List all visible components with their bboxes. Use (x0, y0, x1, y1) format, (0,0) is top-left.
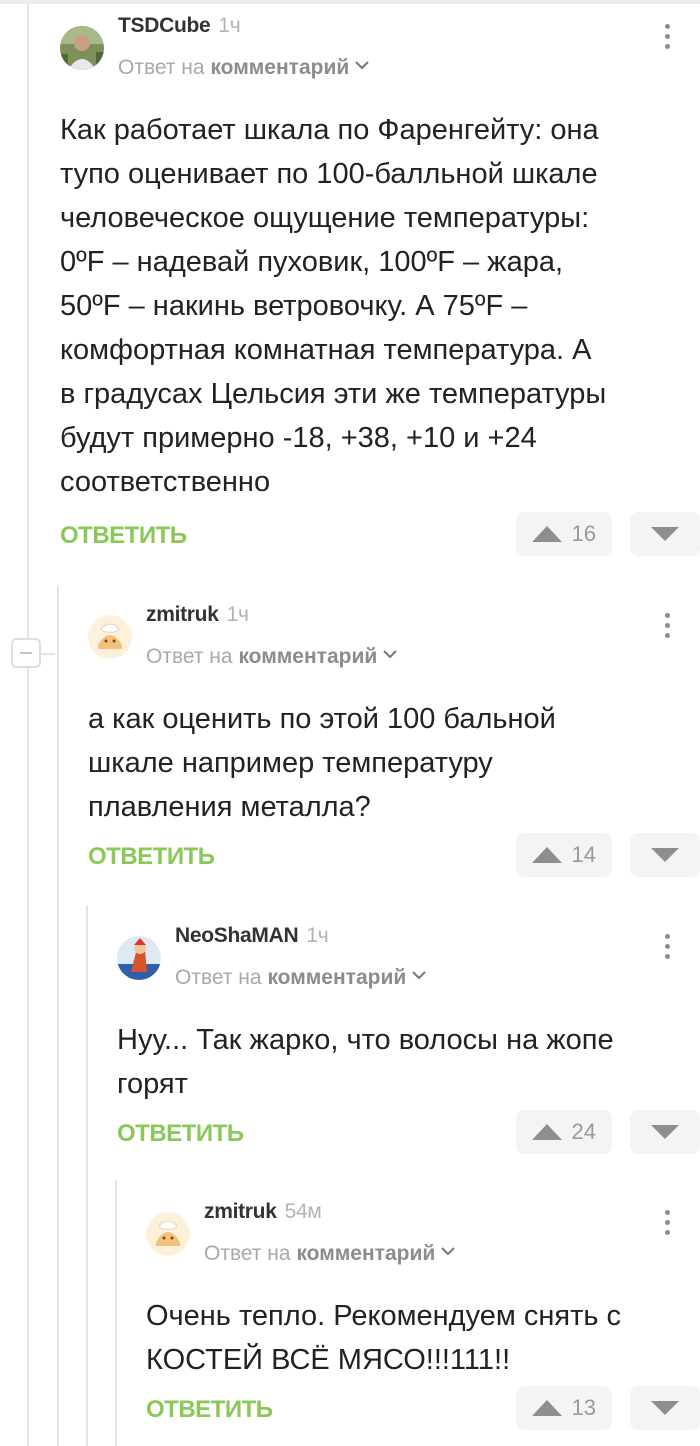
comment: zmitruk 1ч Ответ на комментарий а как оце… (88, 603, 700, 877)
comment-text: Нуу... Так жарко, что волосы на жопе гор… (117, 1024, 614, 1100)
rating-count: 24 (571, 1119, 596, 1144)
arrow-up-icon (532, 1124, 562, 1140)
arrow-up-icon (532, 847, 562, 863)
downvote-button[interactable] (630, 1386, 700, 1430)
downvote-button[interactable] (630, 512, 700, 556)
thread-line (27, 4, 29, 1446)
rating-count: 13 (571, 1395, 596, 1420)
arrow-down-icon (651, 527, 679, 541)
avatar[interactable] (117, 936, 161, 980)
reply-to-link[interactable]: Ответ на комментарий (118, 56, 369, 80)
author-name[interactable]: NeoShaMAN 1ч (175, 924, 329, 948)
reply-button[interactable]: ОТВЕТИТЬ (117, 1120, 244, 1148)
arrow-up-icon (532, 1400, 562, 1416)
arrow-down-icon (651, 848, 679, 862)
arrow-up-icon (532, 526, 562, 542)
reply-button[interactable]: ОТВЕТИТЬ (88, 843, 215, 871)
thread-line (86, 905, 88, 1446)
rating-count: 14 (571, 842, 596, 867)
reply-button[interactable]: ОТВЕТИТЬ (60, 522, 187, 550)
upvote-button[interactable]: 14 (516, 833, 612, 877)
arrow-down-icon (651, 1401, 679, 1415)
comment: TSDCube 1ч Ответ на комментарий Как работ… (60, 14, 700, 576)
more-vertical-icon[interactable] (662, 613, 672, 643)
chevron-down-icon (412, 971, 426, 980)
comment: zmitruk 54м Ответ на комментарий Очень те… (146, 1200, 700, 1442)
collapse-thread-button[interactable] (11, 638, 41, 668)
comment-text: а как оценить по этой 100 бальной шкале … (88, 703, 556, 823)
reply-to-link[interactable]: Ответ на комментарий (146, 645, 397, 669)
reply-to-link[interactable]: Ответ на комментарий (204, 1242, 455, 1266)
downvote-button[interactable] (630, 833, 700, 877)
chevron-down-icon (441, 1247, 455, 1256)
avatar[interactable] (60, 26, 104, 70)
thread-line (115, 1180, 117, 1446)
timestamp: 1ч (218, 14, 241, 37)
comment: NeoShaMAN 1ч Ответ на комментарий Нуу... … (117, 924, 700, 1156)
more-vertical-icon[interactable] (662, 1210, 672, 1240)
upvote-button[interactable]: 16 (516, 512, 612, 556)
comment-text: Очень тепло. Рекомендуем снять с КОСТЕЙ … (146, 1300, 622, 1376)
reply-button[interactable]: ОТВЕТИТЬ (146, 1396, 273, 1424)
avatar[interactable] (88, 615, 132, 659)
top-divider (0, 0, 700, 4)
author-name[interactable]: TSDCube 1ч (118, 14, 241, 38)
more-vertical-icon[interactable] (662, 934, 672, 964)
more-vertical-icon[interactable] (662, 24, 672, 54)
chevron-down-icon (355, 61, 369, 70)
upvote-button[interactable]: 24 (516, 1110, 612, 1154)
avatar[interactable] (146, 1212, 190, 1256)
thread-line (57, 586, 59, 1446)
author-name[interactable]: zmitruk 1ч (146, 603, 249, 627)
comment-text: Как работает шкала по Фаренгейту: она ту… (60, 114, 607, 498)
downvote-button[interactable] (630, 1110, 700, 1154)
upvote-button[interactable]: 13 (516, 1386, 612, 1430)
reply-to-link[interactable]: Ответ на комментарий (175, 966, 426, 990)
timestamp: 54м (284, 1200, 322, 1223)
chevron-down-icon (383, 650, 397, 659)
timestamp: 1ч (306, 924, 329, 947)
timestamp: 1ч (226, 603, 249, 626)
author-name[interactable]: zmitruk 54м (204, 1200, 322, 1224)
arrow-down-icon (651, 1125, 679, 1139)
rating-count: 16 (571, 521, 596, 546)
